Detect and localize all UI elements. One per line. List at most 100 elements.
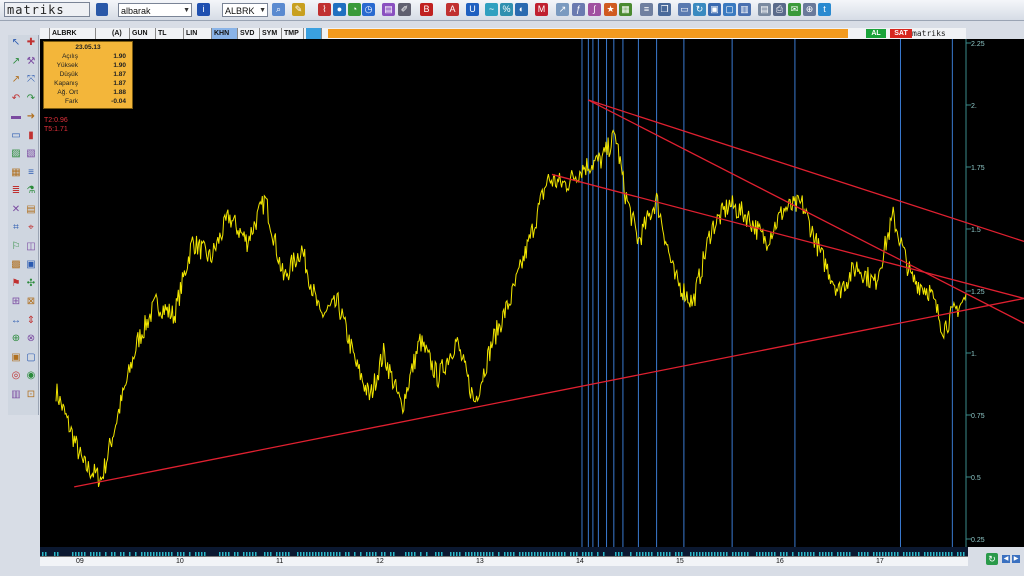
tab-period[interactable]: GUN bbox=[130, 28, 156, 39]
v-measure-icon[interactable]: ⇕ bbox=[25, 315, 37, 327]
grid-icon[interactable]: ▦ bbox=[10, 167, 22, 179]
m-indicator-icon[interactable]: M bbox=[535, 3, 548, 16]
book-icon[interactable]: ▤ bbox=[382, 3, 395, 16]
tab-scale[interactable]: LIN bbox=[184, 28, 212, 39]
globe-icon[interactable]: ● bbox=[333, 3, 346, 16]
frame2-icon[interactable]: ▢ bbox=[25, 352, 37, 364]
circle-icon[interactable]: ◎ bbox=[10, 370, 22, 382]
x-tick-label: 13 bbox=[476, 558, 484, 565]
tab-symbol[interactable]: ALBRK bbox=[50, 28, 96, 39]
scroll-right-icon[interactable]: ▶ bbox=[1012, 555, 1020, 563]
symbol-search-input[interactable]: albarak ▼ bbox=[118, 3, 192, 17]
buy-button[interactable]: AL bbox=[866, 29, 886, 38]
zoom-icon[interactable]: ⊕ bbox=[803, 3, 816, 16]
draw-icon[interactable]: ✐ bbox=[398, 3, 411, 16]
save-disk-icon[interactable]: ▤ bbox=[758, 3, 771, 16]
trend-icon[interactable]: ↗ bbox=[556, 3, 569, 16]
info-row-avg: Ağ. Ort 1.88 bbox=[48, 89, 128, 97]
fib-icon[interactable]: ▨ bbox=[10, 148, 22, 160]
crosshair-icon[interactable]: ✚ bbox=[25, 37, 37, 49]
layout-icon[interactable]: ▥ bbox=[738, 3, 751, 16]
bars-icon[interactable]: ▥ bbox=[10, 389, 22, 401]
arrow-icon[interactable]: ↗ bbox=[10, 74, 22, 86]
cross-icon[interactable]: ✕ bbox=[10, 204, 22, 216]
line-chart-icon[interactable]: ⌇ bbox=[318, 3, 331, 16]
grid-icon[interactable]: ▦ bbox=[619, 3, 632, 16]
tool-icon[interactable]: ⚒ bbox=[25, 56, 37, 68]
pitchfork-icon[interactable]: ⌗ bbox=[10, 222, 22, 234]
x-box-icon[interactable]: ⊠ bbox=[25, 296, 37, 308]
parallel-icon[interactable]: ≣ bbox=[10, 185, 22, 197]
box-icon[interactable]: ▣ bbox=[25, 259, 37, 271]
ray-icon[interactable]: ➜ bbox=[25, 111, 37, 123]
bold-b-icon[interactable]: B bbox=[420, 3, 433, 16]
rectangle-icon[interactable]: ▭ bbox=[10, 130, 22, 142]
scroll-left-icon[interactable]: ◀ bbox=[1002, 555, 1010, 563]
zoom-in-icon[interactable]: ⊕ bbox=[10, 333, 22, 345]
sell-button[interactable]: SAT bbox=[890, 29, 912, 38]
twitter-icon[interactable]: t bbox=[818, 3, 831, 16]
filter-icon[interactable]: ≡ bbox=[640, 3, 653, 16]
plus-box-icon[interactable]: ⊞ bbox=[10, 296, 22, 308]
refresh-icon[interactable]: ↻ bbox=[693, 3, 706, 16]
select-icon[interactable]: ⊡ bbox=[25, 389, 37, 401]
panel-icon[interactable]: ▢ bbox=[723, 3, 736, 16]
cursor-icon[interactable]: ↖ bbox=[10, 37, 22, 49]
split-icon[interactable]: ◫ bbox=[25, 241, 37, 253]
formula-icon[interactable]: ∫ bbox=[588, 3, 601, 16]
symbol-code-select[interactable]: ALBRK ▼ bbox=[222, 3, 268, 17]
print-icon[interactable]: ⎙ bbox=[773, 3, 786, 16]
fx-icon[interactable]: ƒ bbox=[572, 3, 585, 16]
gann-icon[interactable]: ⚗ bbox=[25, 185, 37, 197]
cursor-tool-icon[interactable]: ✎ bbox=[292, 3, 305, 16]
monitor-icon[interactable]: ▣ bbox=[708, 3, 721, 16]
clock-icon[interactable]: ◷ bbox=[362, 3, 375, 16]
chat-icon[interactable]: ✉ bbox=[788, 3, 801, 16]
target-icon[interactable]: ⌖ bbox=[25, 222, 37, 234]
tab-sym[interactable]: SYM bbox=[260, 28, 282, 39]
info-row-low: Düşük 1.87 bbox=[48, 71, 128, 79]
tab-khn[interactable]: KHN bbox=[212, 28, 238, 39]
wave-icon[interactable]: ~ bbox=[485, 3, 498, 16]
hline-icon[interactable]: ▬ bbox=[10, 111, 22, 123]
dot-icon[interactable]: ◉ bbox=[25, 370, 37, 382]
marker-icon[interactable]: ⚑ bbox=[10, 278, 22, 290]
scroll-controls: ↻ ◀ ▶ bbox=[982, 552, 1022, 566]
undo-icon[interactable]: ↶ bbox=[10, 93, 22, 105]
gauge-icon[interactable]: ◐ bbox=[515, 3, 528, 16]
h-measure-icon[interactable]: ↔ bbox=[10, 315, 22, 327]
symbol-search-value: albarak bbox=[121, 6, 151, 16]
save-icon[interactable] bbox=[96, 3, 108, 16]
zigzag-icon[interactable]: ⤧ bbox=[25, 74, 37, 86]
tab-adjusted[interactable]: (A) bbox=[110, 28, 130, 39]
folder-icon[interactable]: ▭ bbox=[678, 3, 691, 16]
tab-currency[interactable]: TL bbox=[156, 28, 184, 39]
drawing-toolbox: ↖ ✚ ↗ ⚒ ↗ ⤧ ↶ ↷ ▬ ➜ ▭ ▮ ▨ ▧ ▦ ≡ ≣ ⚗ ✕ ▤ ⌗ ⌖ ⚐ ◫ ▩ ▣ ⚑ ✣ ⊞ ⊠ ↔ ⇕ ⊕ ⊗ ▣ ▢ ◎ ◉ ▥ ⊡ bbox=[8, 35, 39, 415]
search-icon[interactable]: ⌕ bbox=[272, 3, 285, 16]
zoom-out-icon[interactable]: ⊗ bbox=[25, 333, 37, 345]
info-value: 1.88 bbox=[113, 89, 126, 96]
star-icon[interactable]: ★ bbox=[604, 3, 617, 16]
twitter-icon[interactable] bbox=[306, 28, 322, 39]
refresh-icon[interactable]: ↻ bbox=[986, 553, 998, 565]
font-a-icon[interactable]: A bbox=[446, 3, 459, 16]
flag-icon[interactable]: ⚐ bbox=[10, 241, 22, 253]
u-icon[interactable]: U bbox=[466, 3, 479, 16]
x-tick-label: 17 bbox=[876, 558, 884, 565]
tab-tmp[interactable]: TMP bbox=[282, 28, 304, 39]
trendline-icon[interactable]: ↗ bbox=[10, 56, 22, 68]
tab-svd[interactable]: SVD bbox=[238, 28, 260, 39]
window-icon[interactable]: ❐ bbox=[658, 3, 671, 16]
frame-icon[interactable]: ▣ bbox=[10, 352, 22, 364]
pattern-icon[interactable]: ▧ bbox=[25, 148, 37, 160]
table-icon[interactable]: ▤ bbox=[25, 204, 37, 216]
price-chart[interactable]: 2.25 2. 1.75 1.5 1.25 1. 0.75 0.5 0.25 bbox=[40, 39, 1024, 547]
redo-icon[interactable]: ↷ bbox=[25, 93, 37, 105]
star-icon[interactable]: ✣ bbox=[25, 278, 37, 290]
fill-icon[interactable]: ▩ bbox=[10, 259, 22, 271]
percent-icon[interactable]: % bbox=[500, 3, 513, 16]
levels-icon[interactable]: ≡ bbox=[25, 167, 37, 179]
channel-icon[interactable]: ▮ bbox=[25, 130, 37, 142]
info-icon[interactable]: i bbox=[197, 3, 210, 16]
pie-icon[interactable]: ◔ bbox=[348, 3, 361, 16]
